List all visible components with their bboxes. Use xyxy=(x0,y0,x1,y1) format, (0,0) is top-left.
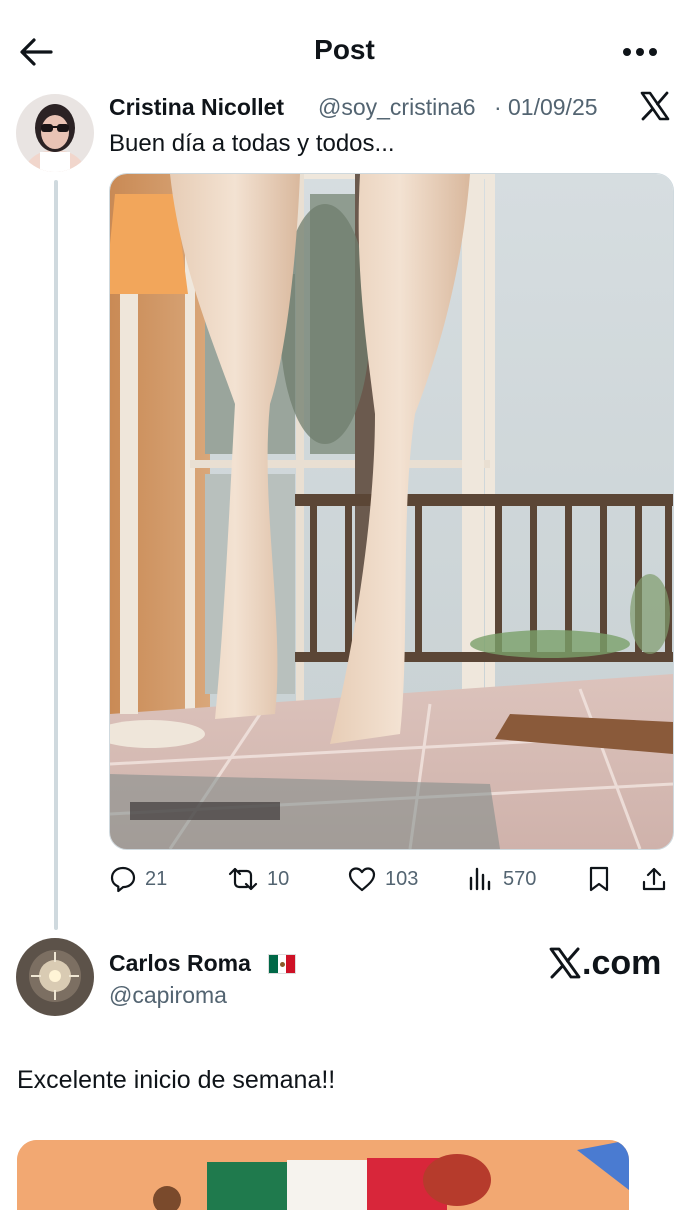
repost-count: 10 xyxy=(267,867,290,890)
like-count: 103 xyxy=(385,867,419,890)
views-count: 570 xyxy=(503,867,537,890)
x-logo-icon xyxy=(639,90,671,127)
share-button[interactable] xyxy=(641,858,667,900)
reply-count: 21 xyxy=(145,867,168,890)
bookmark-button[interactable] xyxy=(587,858,611,900)
views-chart-icon xyxy=(469,867,491,891)
author-avatar[interactable] xyxy=(16,94,94,172)
author-handle[interactable]: @soy_cristina6 xyxy=(318,94,476,121)
reply-author-name[interactable]: Carlos Roma xyxy=(109,950,251,977)
heart-icon xyxy=(348,867,376,892)
views-button[interactable]: 570 xyxy=(467,858,536,900)
page-title: Post xyxy=(314,34,375,65)
bookmark-icon xyxy=(589,866,609,892)
more-options-button[interactable] xyxy=(612,30,668,74)
top-bar: Post xyxy=(0,0,689,100)
post-image[interactable] xyxy=(109,173,674,850)
like-button[interactable]: 103 xyxy=(347,858,418,900)
share-icon xyxy=(642,867,666,891)
reply-author-handle[interactable]: @capiroma xyxy=(109,982,227,1009)
more-dots-icon xyxy=(623,48,657,56)
author-name[interactable]: Cristina Nicollet xyxy=(109,94,284,121)
repost-button[interactable]: 10 xyxy=(227,858,289,900)
reply-bubble-icon xyxy=(110,866,136,893)
x-logo-icon xyxy=(549,947,581,979)
repost-arrows-icon xyxy=(228,867,258,891)
meta-separator: · xyxy=(494,94,502,120)
thread-connector-line xyxy=(54,180,58,930)
reply-button[interactable]: 21 xyxy=(109,858,167,900)
post-action-bar: 21 10 103 570 xyxy=(109,858,672,900)
reply-text: Excelente inicio de semana!! xyxy=(17,1066,336,1094)
brand-dotcom-text: .com xyxy=(582,944,662,982)
post-date[interactable]: 01/09/25 xyxy=(508,94,598,121)
post-text: Buen día a todas y todos... xyxy=(109,130,395,157)
x-dotcom-brand: .com xyxy=(548,946,661,980)
reply-author-avatar[interactable] xyxy=(16,938,94,1016)
mexico-flag-icon xyxy=(268,954,296,974)
